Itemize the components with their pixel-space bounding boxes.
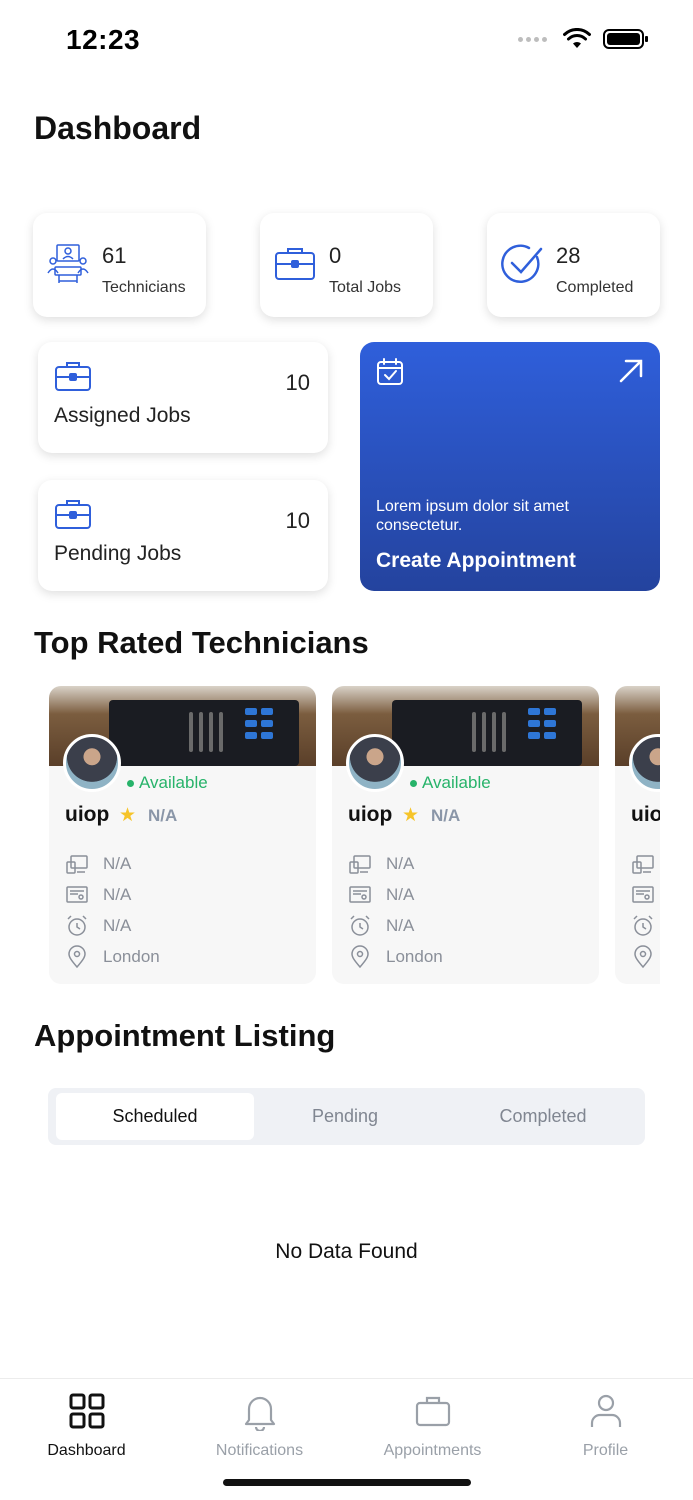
devices-icon: [349, 855, 371, 874]
certificate-row: N/A: [348, 883, 414, 907]
time-row: N/A: [348, 914, 414, 938]
device-row: N/A: [348, 852, 414, 876]
bell-icon: [244, 1396, 275, 1431]
job-count: 10: [285, 370, 310, 395]
location-row: London: [348, 945, 443, 969]
appointment-description: Lorem ipsum dolor sit amet consectetur.: [376, 498, 569, 534]
top-rated-title: Top Rated Technicians: [34, 625, 369, 660]
person-icon: [590, 1394, 621, 1427]
job-label: Pending Jobs: [54, 542, 182, 565]
tab-scheduled[interactable]: Scheduled: [56, 1093, 254, 1140]
tab-profile[interactable]: Profile: [519, 1391, 692, 1460]
check-icon: [501, 244, 543, 284]
tab-label: Dashboard: [47, 1442, 126, 1459]
wifi-icon: [563, 28, 591, 48]
technician-card[interactable]: Available uiop ★ N/A N/A N/A N/A London: [49, 686, 316, 984]
arrow-up-right-icon[interactable]: [617, 357, 645, 385]
battery-icon: [603, 29, 648, 49]
time-row: N/A: [65, 914, 131, 938]
briefcase-icon: [55, 362, 91, 391]
tab-pending[interactable]: Pending: [246, 1093, 444, 1140]
technician-name: uiop: [65, 803, 110, 826]
appointment-listing-title: Appointment Listing: [34, 1018, 336, 1053]
time-row: [631, 914, 660, 938]
stat-label: Completed: [556, 279, 634, 296]
pending-jobs-card[interactable]: 10 Pending Jobs: [38, 480, 328, 591]
avatar: [63, 734, 121, 792]
grid-icon: [69, 1393, 104, 1429]
star-icon: ★: [402, 805, 420, 826]
certificate-icon: [632, 886, 654, 903]
technician-rating: N/A: [431, 806, 461, 825]
stat-label: Total Jobs: [329, 279, 402, 296]
location-row: [631, 945, 660, 969]
technician-name: uiop: [348, 803, 393, 826]
tab-label: Notifications: [215, 1442, 304, 1459]
technician-card[interactable]: uiop: [615, 686, 660, 984]
devices-icon: [66, 855, 88, 874]
home-indicator: [223, 1479, 471, 1486]
appointment-status-tabs: Scheduled Pending Completed: [48, 1088, 645, 1145]
device-row: [631, 852, 660, 876]
page-title: Dashboard: [34, 110, 202, 146]
create-appointment-card[interactable]: Lorem ipsum dolor sit amet consectetur. …: [360, 342, 660, 591]
briefcase-icon: [55, 500, 91, 529]
tab-dashboard[interactable]: Dashboard: [0, 1391, 173, 1460]
availability-status: Available: [127, 773, 208, 793]
location-row: London: [65, 945, 160, 969]
certificate-row: N/A: [65, 883, 131, 907]
tab-label: Profile: [582, 1442, 629, 1459]
technician-name: uiop: [631, 803, 660, 826]
certificate-row: [631, 883, 660, 907]
tab-completed[interactable]: Completed: [444, 1093, 642, 1140]
availability-status: Available: [410, 773, 491, 793]
signal-icon: [518, 36, 547, 42]
tab-appointments[interactable]: Appointments: [346, 1391, 519, 1460]
status-bar: 12:23: [0, 0, 693, 80]
tab-notifications[interactable]: Notifications: [173, 1391, 346, 1460]
status-icons: [518, 28, 649, 50]
stat-card-technicians[interactable]: 61 Technicians: [33, 213, 206, 317]
job-label: Assigned Jobs: [54, 404, 191, 427]
certificate-icon: [349, 886, 371, 903]
create-appointment-title: Create Appointment: [376, 549, 576, 572]
stat-card-total-jobs[interactable]: 0 Total Jobs: [260, 213, 433, 317]
location-pin-icon: [68, 945, 86, 969]
stat-card-completed[interactable]: 28 Completed: [487, 213, 660, 317]
technicians-carousel[interactable]: Available uiop ★ N/A N/A N/A N/A London: [49, 686, 660, 986]
tab-label: Appointments: [383, 1442, 482, 1459]
assigned-jobs-card[interactable]: 10 Assigned Jobs: [38, 342, 328, 453]
job-count: 10: [285, 508, 310, 533]
location-pin-icon: [351, 945, 369, 969]
device-row: N/A: [65, 852, 131, 876]
technician-card[interactable]: Available uiop ★ N/A N/A N/A N/A London: [332, 686, 599, 984]
devices-icon: [632, 855, 654, 874]
stat-value: 61: [102, 243, 127, 268]
stat-label: Technicians: [102, 279, 186, 296]
avatar: [346, 734, 404, 792]
empty-state-text: No Data Found: [275, 1240, 418, 1263]
technician-rating: N/A: [148, 806, 178, 825]
alarm-clock-icon: [350, 915, 370, 936]
alarm-clock-icon: [67, 915, 87, 936]
location-pin-icon: [634, 945, 652, 969]
status-time: 12:23: [66, 24, 141, 55]
star-icon: ★: [119, 805, 137, 826]
stat-value: 28: [556, 243, 581, 268]
certificate-icon: [66, 886, 88, 903]
stat-value: 0: [329, 243, 342, 268]
briefcase-icon: [415, 1396, 450, 1427]
calendar-check-icon: [377, 358, 403, 385]
technicians-icon: [47, 244, 89, 283]
alarm-clock-icon: [633, 915, 653, 936]
briefcase-icon: [275, 248, 315, 280]
